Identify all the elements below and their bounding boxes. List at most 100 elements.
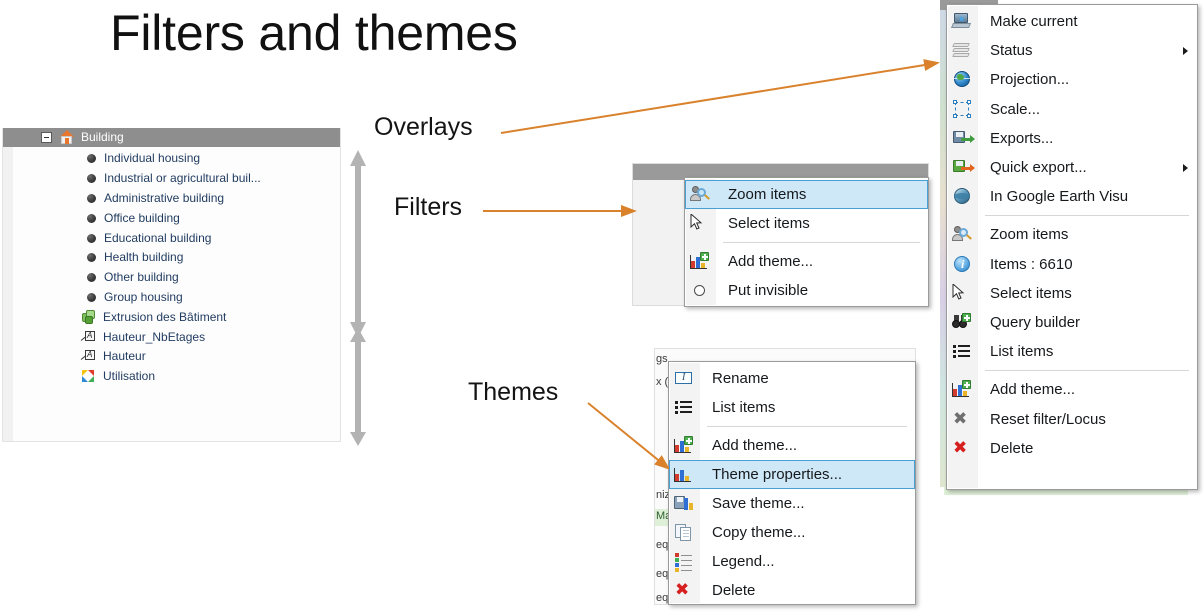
menu-item-label: List items (712, 399, 776, 416)
scale-icon (947, 95, 977, 124)
export-icon (947, 124, 977, 153)
minus-expander-icon[interactable] (41, 132, 52, 143)
menu-item-make-current[interactable]: Make current (947, 7, 1197, 36)
filters-context-menu: Zoom items Select items Add theme... Put… (684, 177, 929, 307)
menu-item-rename[interactable]: Rename (669, 364, 915, 393)
menu-item-zoom-items[interactable]: Zoom items (947, 220, 1197, 249)
menu-item-label: Quick export... (990, 159, 1087, 177)
list-item[interactable]: Educational building (3, 228, 340, 248)
theme-properties-icon (669, 460, 699, 489)
menu-item-scale[interactable]: Scale... (947, 95, 1197, 124)
list-items-icon (669, 393, 699, 422)
menu-separator (985, 215, 1189, 217)
list-item[interactable]: Health building (3, 248, 340, 268)
add-theme-icon (947, 375, 977, 404)
background-text: x ( (656, 376, 669, 388)
overlays-context-menu: Make current Status Projection... Scale.… (946, 4, 1198, 490)
menu-item-select-items[interactable]: Select items (685, 209, 928, 238)
menu-item-label: Exports... (990, 129, 1054, 147)
menu-item-put-invisible[interactable]: Put invisible (685, 276, 928, 305)
list-item-label: Utilisation (103, 369, 156, 384)
list-item[interactable]: Extrusion des Bâtiment (3, 307, 340, 327)
zoom-items-icon (947, 220, 977, 249)
menu-item-quick-export[interactable]: Quick export... (947, 153, 1197, 182)
query-builder-icon (947, 308, 977, 337)
overlay-tree-panel: Building Individual housing Industrial o… (2, 128, 341, 442)
menu-item-label: Legend... (712, 553, 775, 570)
menu-item-label: Select items (728, 215, 810, 232)
cursor-arrow-icon (947, 279, 977, 308)
menu-item-copy-theme[interactable]: Copy theme... (669, 518, 915, 547)
info-icon (947, 250, 977, 279)
background-text: gs (656, 353, 668, 365)
annotation-label-filters: Filters (394, 193, 463, 221)
chevron-right-icon (1183, 163, 1188, 172)
rename-icon (669, 364, 699, 393)
tree-node-label: Building (81, 130, 124, 144)
filters-window-backdrop: Zoom items Select items Add theme... Put… (632, 163, 929, 307)
menu-item-exports[interactable]: Exports... (947, 124, 1197, 153)
bullet-icon (87, 174, 96, 184)
menu-item-label: Zoom items (728, 186, 807, 203)
menu-item-add-theme[interactable]: Add theme... (685, 247, 928, 276)
list-item-label: Extrusion des Bâtiment (103, 309, 227, 324)
list-item[interactable]: Administrative building (3, 189, 340, 209)
list-item-label: Individual housing (104, 151, 201, 166)
menu-item-label: Query builder (990, 313, 1081, 331)
menu-separator (723, 242, 920, 243)
list-item[interactable]: Hauteur_NbEtages (3, 327, 340, 347)
annotation-label-themes: Themes (468, 378, 559, 406)
list-item-label: Office building (104, 210, 180, 225)
list-item-label: Administrative building (104, 190, 225, 205)
menu-item-label: In Google Earth Visu (990, 188, 1129, 206)
list-item[interactable]: Group housing (3, 288, 340, 308)
menu-item-query-builder[interactable]: Query builder (947, 308, 1197, 337)
list-item[interactable]: Utilisation (3, 367, 340, 387)
menu-item-list-items[interactable]: List items (947, 337, 1197, 366)
menu-item-add-theme[interactable]: Add theme... (947, 375, 1197, 404)
globe-icon (947, 65, 977, 94)
list-item-label: Group housing (104, 289, 183, 304)
menu-item-projection[interactable]: Projection... (947, 65, 1197, 94)
menu-item-label: Projection... (990, 71, 1070, 89)
menu-item-zoom-items[interactable]: Zoom items (685, 180, 928, 209)
bullet-icon (87, 213, 96, 223)
green-cube-icon (81, 309, 96, 325)
bullet-icon (87, 154, 96, 164)
list-item[interactable]: Hauteur (3, 347, 340, 367)
list-item[interactable]: Individual housing (3, 149, 340, 169)
list-item[interactable]: Industrial or agricultural buil... (3, 169, 340, 189)
menu-item-label: Copy theme... (712, 524, 806, 541)
menu-item-select-items[interactable]: Select items (947, 279, 1197, 308)
background-text: eq (656, 592, 669, 604)
list-item-label: Industrial or agricultural buil... (104, 171, 261, 186)
google-earth-icon (947, 182, 977, 211)
menu-item-list-items[interactable]: List items (669, 393, 915, 422)
menu-item-reset-filter-locus[interactable]: Reset filter/Locus (947, 404, 1197, 433)
menu-item-label: Add theme... (728, 253, 814, 270)
menu-item-items-count[interactable]: Items : 6610 (947, 250, 1197, 279)
cursor-arrow-icon (685, 209, 715, 238)
menu-item-add-theme[interactable]: Add theme... (669, 431, 915, 460)
list-item-label: Hauteur (103, 349, 146, 364)
list-item[interactable]: Other building (3, 268, 340, 288)
arrow-overlays (500, 59, 940, 134)
tree-node-building[interactable]: Building (3, 128, 340, 147)
menu-item-theme-properties[interactable]: Theme properties... (669, 460, 915, 489)
menu-item-save-theme[interactable]: Save theme... (669, 489, 915, 518)
menu-item-status[interactable]: Status (947, 36, 1197, 65)
menu-item-delete[interactable]: Delete (669, 576, 915, 605)
menu-item-label: Items : 6610 (990, 255, 1073, 273)
menu-item-google-earth-visu[interactable]: In Google Earth Visu (947, 182, 1197, 211)
legend-icon (669, 547, 699, 576)
menu-item-legend[interactable]: Legend... (669, 547, 915, 576)
list-items-icon (947, 337, 977, 366)
delete-red-x-icon (947, 434, 977, 463)
menu-item-delete[interactable]: Delete (947, 434, 1197, 463)
bullet-icon (87, 292, 96, 302)
tree-item-list: Individual housing Industrial or agricul… (3, 149, 340, 387)
vertical-resize-arrow-upper[interactable] (347, 150, 369, 338)
vertical-resize-arrow-lower[interactable] (347, 328, 369, 446)
menu-item-label: Select items (990, 284, 1072, 302)
list-item[interactable]: Office building (3, 208, 340, 228)
